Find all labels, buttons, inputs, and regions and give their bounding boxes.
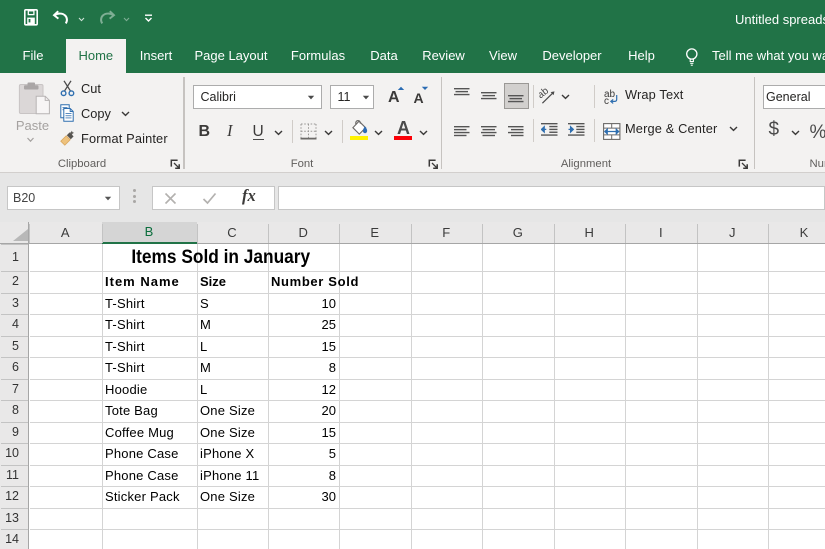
svg-text:c: c	[604, 96, 609, 105]
svg-text:ab: ab	[539, 88, 551, 101]
